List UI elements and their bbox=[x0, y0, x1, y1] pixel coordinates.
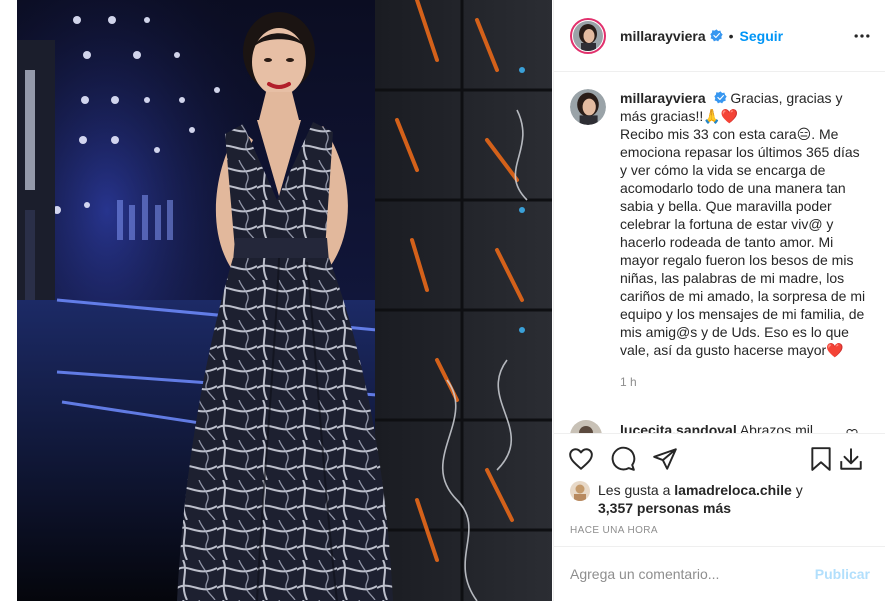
liker-username[interactable]: lamadreloca.chile bbox=[674, 482, 792, 498]
caption-text: Gracias, gracias y más gracias!!🙏❤️ Reci… bbox=[620, 90, 866, 358]
follow-button[interactable]: Seguir bbox=[740, 28, 784, 44]
save-button[interactable] bbox=[808, 446, 834, 472]
verified-badge-icon bbox=[709, 29, 723, 42]
photo-illustration bbox=[17, 0, 552, 601]
commenter-username[interactable]: lucecita.sandoval bbox=[620, 422, 737, 433]
heart-outline-icon bbox=[569, 448, 593, 470]
liker-avatar[interactable] bbox=[570, 481, 590, 501]
post-photo[interactable] bbox=[17, 0, 552, 601]
caption-time[interactable]: 1 h bbox=[620, 373, 870, 391]
caption-author-username[interactable]: millarayviera bbox=[620, 90, 706, 106]
like-button[interactable] bbox=[568, 446, 594, 472]
author-username[interactable]: millarayviera bbox=[620, 28, 706, 44]
paper-plane-icon bbox=[653, 448, 677, 470]
comment-item: lucecita.sandoval Abrazos mil bbox=[570, 420, 870, 433]
post-timestamp[interactable]: Hace una hora bbox=[570, 525, 658, 536]
post-actions: Les gusta a lamadreloca.chile y 3,357 pe… bbox=[554, 433, 885, 536]
share-button[interactable] bbox=[652, 446, 678, 472]
comment-button[interactable] bbox=[610, 446, 636, 472]
post-caption: millarayviera Gracias, gracias y más gra… bbox=[570, 89, 870, 391]
post-side-panel: millarayviera • Seguir millarayviera Gra… bbox=[553, 0, 885, 601]
author-avatar-image bbox=[573, 20, 603, 51]
verified-badge-icon bbox=[713, 91, 727, 104]
publish-button[interactable]: Publicar bbox=[815, 566, 870, 582]
liker-avatar-image bbox=[570, 481, 590, 501]
download-icon bbox=[840, 448, 862, 470]
author-avatar[interactable] bbox=[570, 17, 606, 54]
comment-text: lucecita.sandoval Abrazos mil bbox=[620, 422, 813, 433]
bookmark-icon bbox=[811, 447, 831, 471]
caption-author-avatar[interactable] bbox=[570, 89, 606, 125]
commenter-avatar-image bbox=[570, 420, 602, 433]
comments-section[interactable]: millarayviera Gracias, gracias y más gra… bbox=[554, 73, 885, 433]
caption-avatar-image bbox=[570, 89, 606, 125]
action-icons-row bbox=[568, 446, 872, 472]
header-separator: • bbox=[728, 27, 734, 44]
likes-prefix: Les gusta a bbox=[598, 482, 671, 498]
likes-summary: Les gusta a lamadreloca.chile y 3,357 pe… bbox=[570, 481, 870, 517]
more-options-icon[interactable] bbox=[852, 26, 872, 46]
comment-body: Abrazos mil bbox=[739, 422, 813, 433]
comment-bubble-icon bbox=[611, 446, 636, 471]
post-header: millarayviera • Seguir bbox=[554, 0, 885, 72]
caption-body: millarayviera Gracias, gracias y más gra… bbox=[620, 89, 870, 391]
add-comment-bar: Publicar bbox=[554, 546, 885, 601]
likes-connector: y bbox=[795, 482, 803, 498]
commenter-avatar[interactable] bbox=[570, 420, 602, 433]
likes-text: Les gusta a lamadreloca.chile y 3,357 pe… bbox=[598, 481, 803, 517]
comment-input[interactable] bbox=[570, 566, 815, 582]
download-button[interactable] bbox=[838, 446, 864, 472]
likes-count[interactable]: 3,357 personas más bbox=[598, 500, 731, 516]
